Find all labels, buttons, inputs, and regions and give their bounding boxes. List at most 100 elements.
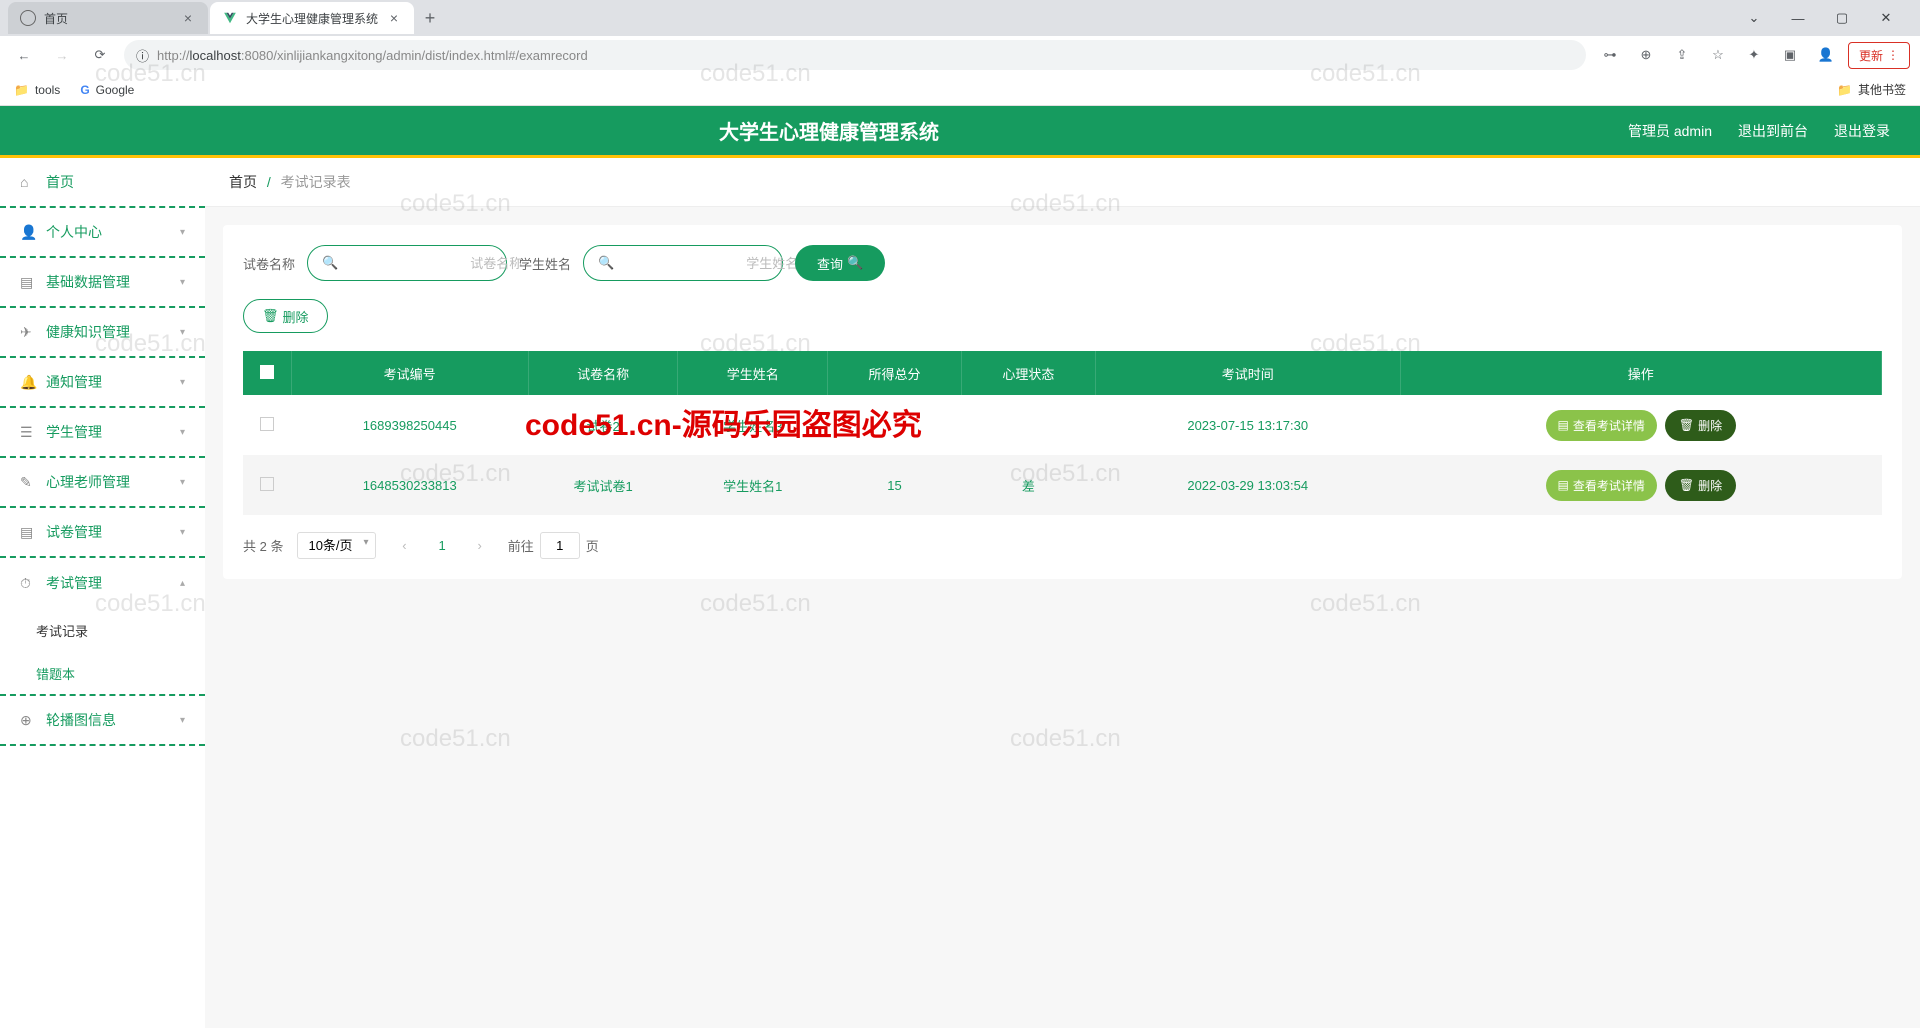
next-page-button[interactable]: › — [466, 531, 494, 559]
view-detail-button[interactable]: ▤ 查看考试详情 — [1546, 410, 1657, 441]
forward-button[interactable]: → — [48, 41, 76, 69]
other-bookmarks[interactable]: 📁 其他书签 — [1837, 81, 1906, 98]
sidebar-item-notice[interactable]: 🔔 通知管理 ▾ — [0, 358, 205, 408]
minimize-icon[interactable]: — — [1784, 4, 1812, 32]
star-icon[interactable]: ☆ — [1704, 41, 1732, 69]
header-actions: 管理员 admin 退出到前台 退出登录 — [1628, 121, 1890, 141]
tab-title: 大学生心理健康管理系统 — [246, 10, 378, 27]
tab-close-icon[interactable]: × — [386, 10, 402, 26]
reload-button[interactable]: ⟳ — [86, 41, 114, 69]
image-icon: ⊕ — [20, 712, 36, 729]
profile-icon[interactable]: 👤 — [1812, 41, 1840, 69]
update-button[interactable]: 更新⋮ — [1848, 42, 1910, 69]
trash-icon: 🗑 — [1679, 478, 1694, 492]
chevron-down-icon: ▾ — [180, 527, 185, 538]
back-button[interactable]: ← — [10, 41, 38, 69]
teacher-icon: ✎ — [20, 474, 36, 491]
sidebar-item-personal[interactable]: 👤 个人中心 ▾ — [0, 208, 205, 258]
cell-score: 15 — [828, 455, 962, 515]
sidebar-item-health[interactable]: ✈ 健康知识管理 ▾ — [0, 308, 205, 358]
zoom-icon[interactable]: ⊕ — [1632, 41, 1660, 69]
panel-icon[interactable]: ▣ — [1776, 41, 1804, 69]
breadcrumb-home[interactable]: 首页 — [229, 174, 257, 190]
sidebar-sub-exam-record[interactable]: 考试记录 — [0, 608, 205, 652]
extension-icon[interactable]: ✦ — [1740, 41, 1768, 69]
search-label-paper: 试卷名称 — [243, 254, 295, 273]
logout-front-link[interactable]: 退出到前台 — [1738, 121, 1808, 141]
chevron-down-icon: ▾ — [180, 277, 185, 288]
search-row: 试卷名称 🔍 学生姓名 🔍 查询 🔍 — [243, 245, 1882, 281]
col-score: 所得总分 — [828, 351, 962, 395]
sidebar-item-carousel[interactable]: ⊕ 轮播图信息 ▾ — [0, 696, 205, 746]
page-size-select[interactable]: 10条/页 — [297, 532, 376, 559]
globe-icon — [20, 10, 36, 26]
folder-icon: 📁 — [14, 83, 29, 97]
col-exam-id: 考试编号 — [291, 351, 528, 395]
app-header: 大学生心理健康管理系统 管理员 admin 退出到前台 退出登录 — [0, 106, 1920, 158]
dropdown-icon[interactable]: ⌄ — [1740, 4, 1768, 32]
info-icon: ⓘ — [136, 46, 149, 65]
browser-tab-inactive[interactable]: 首页 × — [8, 2, 208, 34]
table-header-row: 考试编号 试卷名称 学生姓名 所得总分 心理状态 考试时间 操作 — [243, 351, 1882, 395]
sidebar-sub-wrong-book[interactable]: 错题本 — [0, 652, 205, 696]
address-bar: ← → ⟳ ⓘ http://localhost:8080/xinlijiank… — [0, 36, 1920, 74]
clock-icon: ⏱ — [20, 575, 36, 592]
jump-suffix: 页 — [586, 536, 599, 555]
row-checkbox[interactable] — [260, 477, 274, 491]
search-icon: 🔍 — [598, 255, 614, 271]
cell-student-name: 学生姓名1 — [678, 455, 828, 515]
sidebar-item-paper[interactable]: ▤ 试卷管理 ▾ — [0, 508, 205, 558]
row-delete-button[interactable]: 🗑 删除 — [1665, 470, 1736, 501]
chevron-up-icon: ▴ — [180, 578, 185, 589]
cell-exam-id: 1648530233813 — [291, 455, 528, 515]
sidebar-item-teacher[interactable]: ✎ 心理老师管理 ▾ — [0, 458, 205, 508]
bell-icon: 🔔 — [20, 374, 36, 391]
row-checkbox[interactable] — [260, 417, 274, 431]
cell-paper-name: 考试试卷1 — [528, 455, 678, 515]
row-delete-button[interactable]: 🗑 删除 — [1665, 410, 1736, 441]
bookmark-google[interactable]: G Google — [80, 83, 134, 97]
doc-icon: ▤ — [1558, 478, 1569, 492]
query-button[interactable]: 查询 🔍 — [795, 245, 885, 281]
chevron-down-icon: ▾ — [180, 227, 185, 238]
view-detail-button[interactable]: ▤ 查看考试详情 — [1546, 470, 1657, 501]
url-input[interactable]: ⓘ http://localhost:8080/xinlijiankangxit… — [124, 40, 1586, 70]
sidebar-item-home[interactable]: ⌂ 首页 — [0, 158, 205, 208]
sidebar-item-student[interactable]: ☰ 学生管理 ▾ — [0, 408, 205, 458]
col-student-name: 学生姓名 — [678, 351, 828, 395]
current-page[interactable]: 1 — [432, 538, 451, 553]
cell-time: 2023-07-15 13:17:30 — [1095, 395, 1400, 455]
select-all-checkbox[interactable] — [260, 365, 274, 379]
close-icon[interactable]: ✕ — [1872, 4, 1900, 32]
chevron-down-icon: ▾ — [180, 715, 185, 726]
table-row: 1648530233813 考试试卷1 学生姓名1 15 差 2022-03-2… — [243, 455, 1882, 515]
search-icon: 🔍 — [847, 255, 863, 271]
window-controls: ⌄ — ▢ ✕ — [1740, 4, 1912, 32]
sidebar-item-exam[interactable]: ⏱ 考试管理 ▴ — [0, 558, 205, 608]
browser-tab-active[interactable]: 大学生心理健康管理系统 × — [210, 2, 414, 34]
chevron-down-icon: ▾ — [180, 327, 185, 338]
cell-time: 2022-03-29 13:03:54 — [1095, 455, 1400, 515]
maximize-icon[interactable]: ▢ — [1828, 4, 1856, 32]
tab-close-icon[interactable]: × — [180, 10, 196, 26]
admin-label[interactable]: 管理员 admin — [1628, 121, 1712, 141]
key-icon[interactable]: ⊶ — [1596, 41, 1624, 69]
url-text: http://localhost:8080/xinlijiankangxiton… — [157, 48, 588, 63]
batch-delete-button[interactable]: 🗑 删除 — [243, 299, 328, 333]
cell-paper-name: 试卷2 — [528, 395, 678, 455]
search-label-student: 学生姓名 — [519, 254, 571, 273]
sidebar-item-basedata[interactable]: ▤ 基础数据管理 ▾ — [0, 258, 205, 308]
logout-link[interactable]: 退出登录 — [1834, 121, 1890, 141]
paper-name-input[interactable] — [346, 256, 522, 271]
tab-bar: 首页 × 大学生心理健康管理系统 × + ⌄ — ▢ ✕ — [0, 0, 1920, 36]
prev-page-button[interactable]: ‹ — [390, 531, 418, 559]
breadcrumb: 首页 / 考试记录表 — [205, 158, 1920, 207]
new-tab-button[interactable]: + — [416, 4, 444, 32]
jump-page-input[interactable] — [540, 532, 580, 559]
student-name-input[interactable] — [622, 256, 798, 271]
home-icon: ⌂ — [20, 174, 36, 190]
share-icon[interactable]: ⇪ — [1668, 41, 1696, 69]
paper-icon: ▤ — [20, 524, 36, 541]
bookmark-bar: 📁 tools G Google 📁 其他书签 — [0, 74, 1920, 106]
bookmark-tools[interactable]: 📁 tools — [14, 83, 60, 97]
